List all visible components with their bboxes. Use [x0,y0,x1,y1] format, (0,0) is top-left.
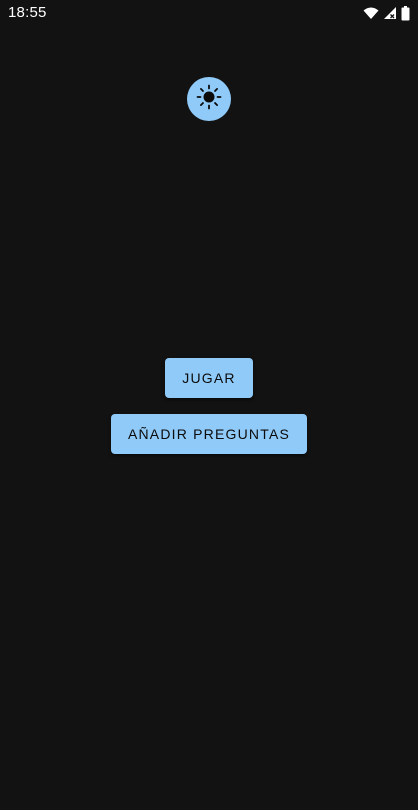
status-time: 18:55 [8,4,47,21]
signal-icon [383,6,397,20]
status-icons [363,5,410,21]
status-bar: 18:55 [0,0,418,26]
sun-icon [196,84,222,115]
theme-toggle-button[interactable] [187,77,231,121]
add-questions-button[interactable]: AÑADIR PREGUNTAS [111,414,307,454]
wifi-icon [363,6,379,20]
battery-icon [401,5,410,21]
play-button[interactable]: JUGAR [165,358,253,398]
